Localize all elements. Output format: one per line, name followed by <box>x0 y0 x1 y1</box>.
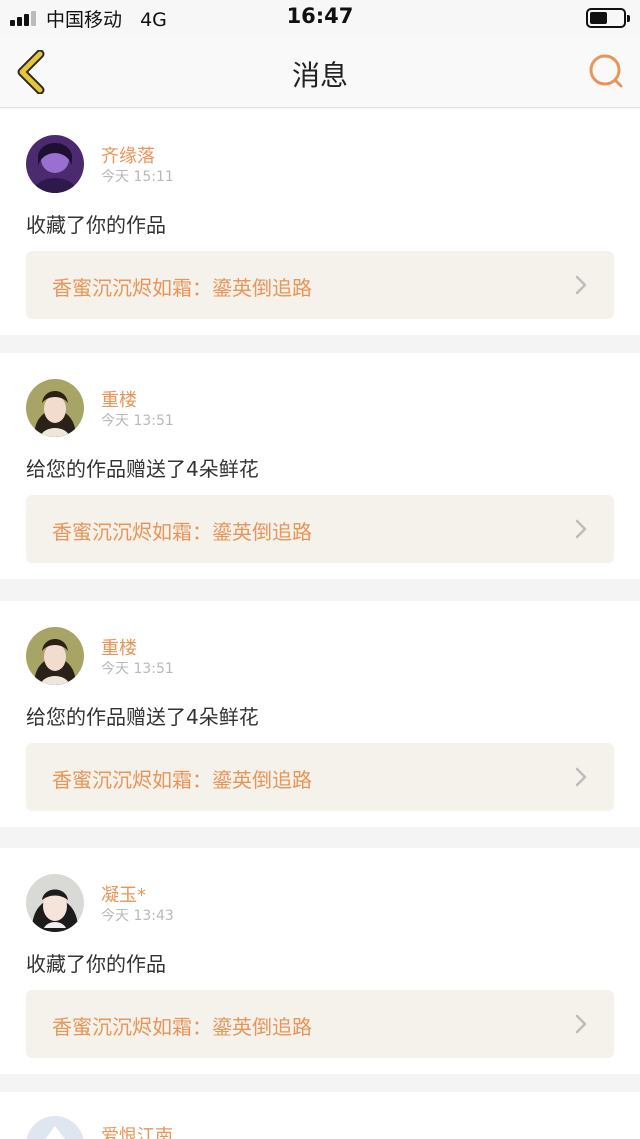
message-item: 重楼 今天 13:51 给您的作品赠送了4朵鲜花 香蜜沉沉烬如霜：鎏英倒追路 <box>0 601 640 827</box>
message-item: 爱恨江南 <box>0 1092 640 1139</box>
avatar[interactable] <box>26 135 84 193</box>
message-time: 今天 13:43 <box>101 908 174 924</box>
search-icon <box>589 54 623 88</box>
avatar[interactable] <box>26 1116 84 1139</box>
message-item: 齐缘落 今天 15:11 收藏了你的作品 香蜜沉沉烬如霜：鎏英倒追路 <box>0 109 640 335</box>
avatar[interactable] <box>26 379 84 437</box>
navigation-bar: 消息 <box>0 36 640 108</box>
message-item: 凝玉* 今天 13:43 收藏了你的作品 香蜜沉沉烬如霜：鎏英倒追路 <box>0 848 640 1074</box>
search-button[interactable] <box>584 50 628 94</box>
chevron-right-icon <box>575 1014 587 1034</box>
avatar[interactable] <box>26 874 84 932</box>
battery-icon <box>586 8 630 28</box>
user-name[interactable]: 齐缘落 <box>101 142 155 168</box>
chevron-right-icon <box>575 767 587 787</box>
work-link[interactable]: 香蜜沉沉烬如霜：鎏英倒追路 <box>26 495 614 563</box>
user-name[interactable]: 重楼 <box>101 386 137 412</box>
message-time: 今天 15:11 <box>101 169 174 185</box>
work-title: 香蜜沉沉烬如霜：鎏英倒追路 <box>52 768 312 792</box>
page-title: 消息 <box>291 59 348 92</box>
work-link[interactable]: 香蜜沉沉烬如霜：鎏英倒追路 <box>26 990 614 1058</box>
work-title: 香蜜沉沉烬如霜：鎏英倒追路 <box>52 520 312 544</box>
work-title: 香蜜沉沉烬如霜：鎏英倒追路 <box>52 1015 312 1039</box>
user-name[interactable]: 重楼 <box>101 634 137 660</box>
chevron-right-icon <box>575 275 587 295</box>
user-name[interactable]: 凝玉* <box>101 881 146 907</box>
user-name[interactable]: 爱恨江南 <box>101 1122 173 1139</box>
work-link[interactable]: 香蜜沉沉烬如霜：鎏英倒追路 <box>26 251 614 319</box>
message-item: 重楼 今天 13:51 给您的作品赠送了4朵鲜花 香蜜沉沉烬如霜：鎏英倒追路 <box>0 353 640 579</box>
status-time: 16:47 <box>286 4 354 28</box>
work-title: 香蜜沉沉烬如霜：鎏英倒追路 <box>52 276 312 300</box>
message-time: 今天 13:51 <box>101 661 174 677</box>
status-bar: 中国移动 4G 16:47 <box>0 0 640 36</box>
message-text: 给您的作品赠送了4朵鲜花 <box>26 705 259 729</box>
avatar[interactable] <box>26 627 84 685</box>
chevron-right-icon <box>575 519 587 539</box>
message-text: 给您的作品赠送了4朵鲜花 <box>26 457 259 481</box>
message-time: 今天 13:51 <box>101 413 174 429</box>
message-text: 收藏了你的作品 <box>26 213 166 237</box>
work-link[interactable]: 香蜜沉沉烬如霜：鎏英倒追路 <box>26 743 614 811</box>
message-text: 收藏了你的作品 <box>26 952 166 976</box>
